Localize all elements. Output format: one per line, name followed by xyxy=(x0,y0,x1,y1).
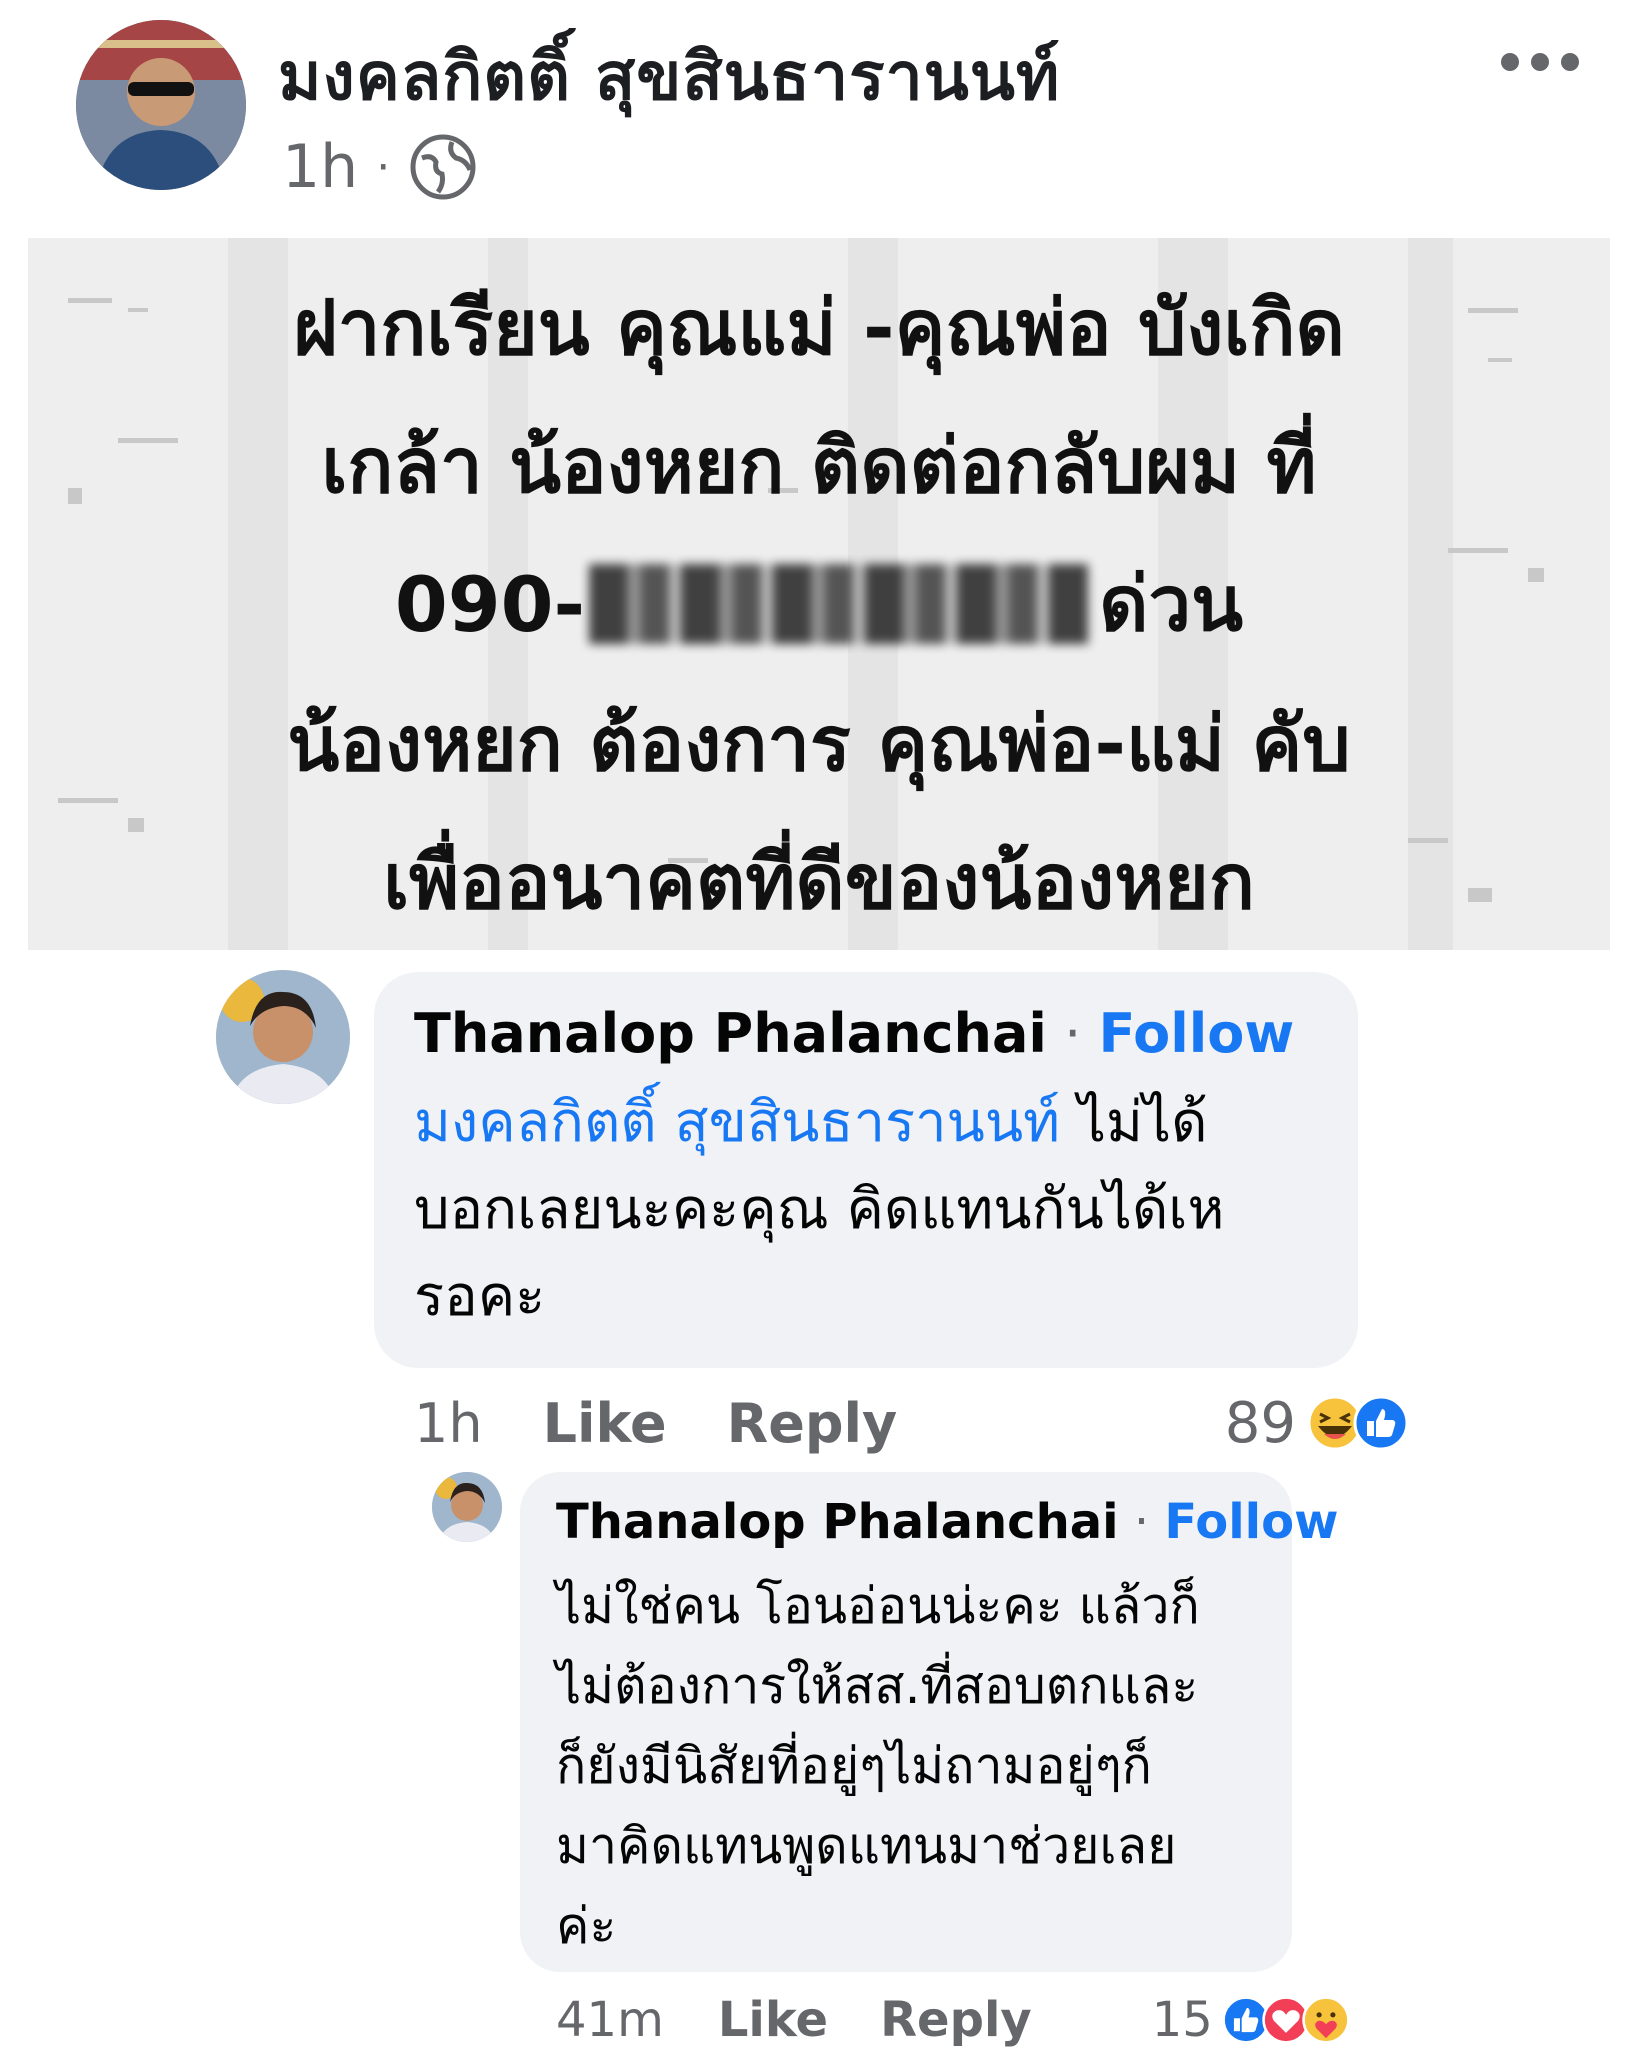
phone-prefix: 090- xyxy=(394,559,586,649)
comment-author[interactable]: Thanalop Phalanchai xyxy=(414,1002,1047,1065)
post-image-line-1: ฝากเรียน คุณแม่ -คุณพ่อ บังเกิด xyxy=(293,283,1345,372)
post-image[interactable]: ฝากเรียน คุณแม่ -คุณพ่อ บังเกิด เกล้า น้… xyxy=(28,238,1610,950)
comment-line: รอคะ xyxy=(414,1263,546,1329)
reply-line: ไม่ต้องการให้สส.ที่สอบตกและ xyxy=(556,1657,1199,1715)
reply-button[interactable]: Reply xyxy=(880,1992,1032,2048)
post-image-line-3: 090- ด่วน xyxy=(28,544,1610,664)
avatar-photo xyxy=(216,970,350,1104)
reply-actions: 41m Like Reply 15 xyxy=(556,1990,1350,2050)
reply-avatar[interactable] xyxy=(432,1472,502,1542)
comment-line: บอกเลยนะคะคุณ คิดแทนกันได้เห xyxy=(414,1176,1225,1242)
meta-separator: · xyxy=(376,141,391,193)
reply-author[interactable]: Thanalop Phalanchai xyxy=(556,1494,1119,1550)
avatar-photo xyxy=(76,20,246,190)
reaction-icons[interactable] xyxy=(1221,1995,1351,2045)
follow-button[interactable]: Follow xyxy=(1164,1494,1338,1550)
post-author-avatar[interactable] xyxy=(76,20,246,190)
reply-header: Thanalop Phalanchai · Follow xyxy=(556,1494,1338,1550)
post-image-line-5: เพื่ออนาคตที่ดีของน้องหยก xyxy=(383,837,1255,926)
post-meta: 1h · xyxy=(282,132,478,202)
comment-actions: 1h Like Reply 89 xyxy=(414,1388,1410,1458)
mention-link[interactable]: มงคลกิตติ์ สุขสินธารานนท์ xyxy=(414,1090,1060,1155)
comment-text-segment: ไม่ได้ xyxy=(1060,1090,1208,1155)
more-options-icon[interactable] xyxy=(1480,32,1600,92)
like-button[interactable]: Like xyxy=(718,1992,828,2048)
post-author-name[interactable]: มงคลกิตติ์ สุขสินธารานนท์ xyxy=(278,24,1060,129)
reply-time[interactable]: 41m xyxy=(556,1992,664,2048)
comment-separator: · xyxy=(1064,1002,1082,1065)
reply-line: ไม่ใช่คน โอนอ่อนน่ะคะ แล้วก็ xyxy=(556,1577,1200,1635)
reply-line: มาคิดแทนพูดแทนมาช่วยเลย xyxy=(556,1817,1177,1875)
comment-header: Thanalop Phalanchai · Follow xyxy=(414,1002,1294,1065)
reaction-count[interactable]: 15 xyxy=(1152,1992,1213,2048)
more-dot xyxy=(1501,53,1519,71)
phone-number: 090- ด่วน xyxy=(395,544,1243,664)
reply-button[interactable]: Reply xyxy=(727,1392,898,1455)
like-icon xyxy=(1353,1395,1409,1451)
like-button[interactable]: Like xyxy=(543,1392,667,1455)
urgent-label: ด่วน xyxy=(1099,559,1244,648)
comment-time[interactable]: 1h xyxy=(414,1392,483,1455)
avatar-photo xyxy=(432,1472,502,1542)
follow-button[interactable]: Follow xyxy=(1098,1002,1294,1065)
comment-text: มงคลกิตติ์ สุขสินธารานนท์ ไม่ได้ บอกเลยน… xyxy=(414,1080,1334,1340)
post-image-line-4: น้องหยก ต้องการ คุณพ่อ-แม่ คับ xyxy=(287,699,1351,788)
reaction-count[interactable]: 89 xyxy=(1225,1391,1296,1456)
reply-separator: · xyxy=(1133,1494,1150,1550)
reply-line: ค่ะ xyxy=(556,1897,617,1955)
more-dot xyxy=(1561,53,1579,71)
post-image-line-2: เกล้า น้องหยก ติดต่อกลับผม ที่ xyxy=(321,421,1317,510)
more-dot xyxy=(1531,53,1549,71)
globe-icon xyxy=(410,134,476,200)
blurred-phone-digits xyxy=(589,564,1090,644)
comment-avatar[interactable] xyxy=(216,970,350,1104)
post-time[interactable]: 1h xyxy=(282,132,358,202)
comment-line: มงคลกิตติ์ สุขสินธารานนท์ ไม่ได้ xyxy=(414,1080,1334,1167)
care-icon xyxy=(1302,1996,1350,2044)
reply-text: ไม่ใช่คน โอนอ่อนน่ะคะ แล้วก็ ไม่ต้องการใ… xyxy=(556,1566,1256,1966)
reply-line: ก็ยังมีนิสัยที่อยู่ๆไม่ถามอยู่ๆก็ xyxy=(556,1737,1152,1795)
reaction-icons[interactable] xyxy=(1306,1394,1410,1452)
